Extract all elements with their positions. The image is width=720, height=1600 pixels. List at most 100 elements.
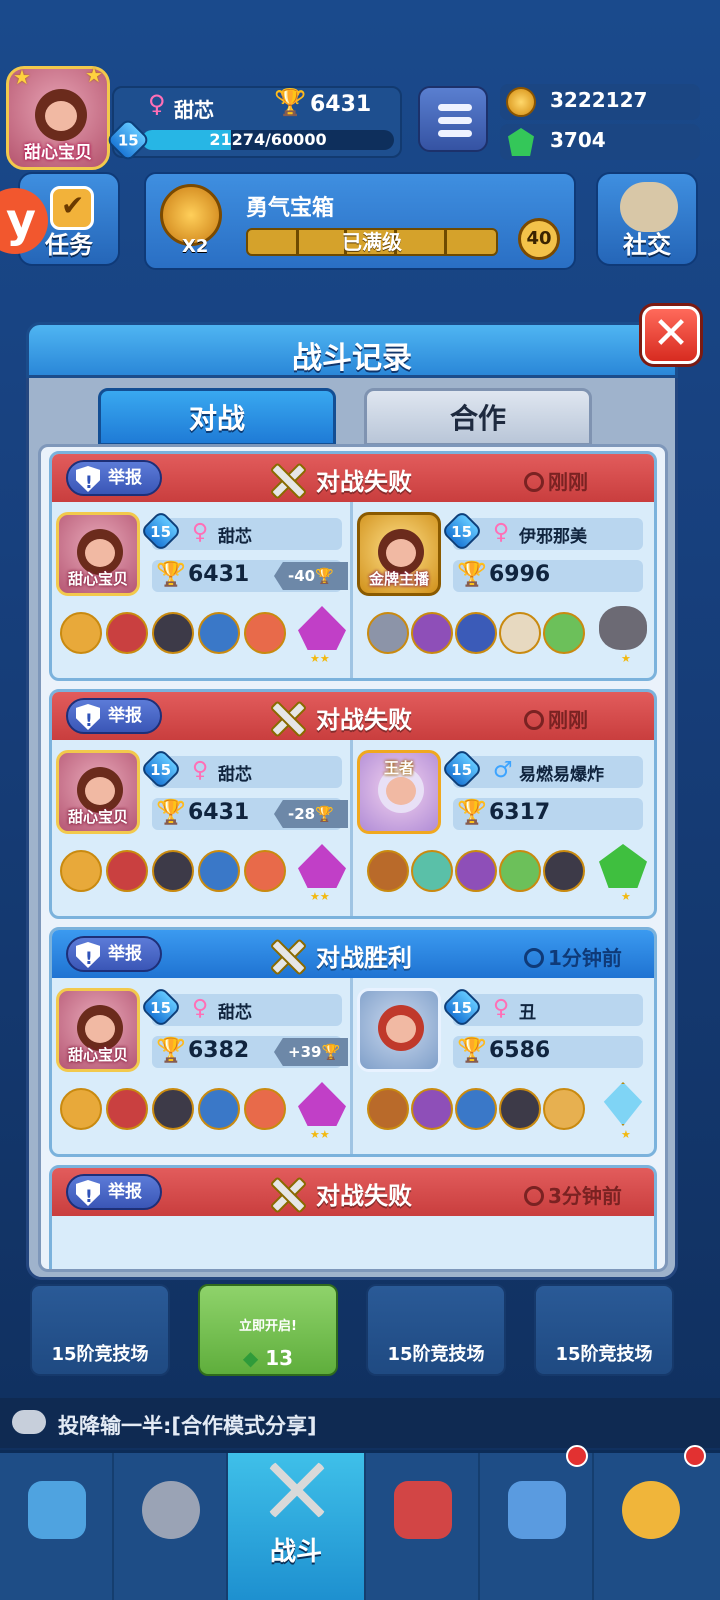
multiplier: X2: [182, 236, 209, 257]
trophy-value: 6586: [489, 1038, 551, 1063]
player-name: 甜芯: [218, 765, 252, 785]
chat-bar[interactable]: 投降输一半:[合作模式分享]: [0, 1398, 720, 1448]
player-avatar[interactable]: 甜心宝贝: [56, 988, 140, 1072]
trophy-bar: 🏆 6586: [453, 1036, 643, 1068]
hero-monkey-icon[interactable]: [60, 850, 102, 892]
bottom-nav: 战斗: [0, 1445, 720, 1600]
notification-dot: [684, 1445, 706, 1467]
courage-chest-bar[interactable]: X2 勇气宝箱 已满级 40: [144, 172, 576, 270]
opponent-name: 易燃易爆炸: [519, 765, 604, 785]
chest-slot[interactable]: 15阶竞技场: [534, 1284, 674, 1376]
hero-dragon-icon[interactable]: [411, 850, 453, 892]
battle-record[interactable]: 举报 对战失败 3分钟前: [49, 1165, 657, 1269]
green-crystal-card-icon[interactable]: [599, 844, 647, 888]
hero-witch-icon[interactable]: [411, 612, 453, 654]
avatar-tag: 王者: [383, 759, 414, 777]
shield-icon: [76, 704, 100, 730]
xp-text: 21274/60000: [209, 130, 327, 149]
hero-pharaoh-icon[interactable]: [455, 1088, 497, 1130]
hero-clown-icon[interactable]: [244, 1088, 286, 1130]
battle-record[interactable]: 举报 对战失败 刚刚 甜心宝贝 15 ♀ 甜芯 🏆 6431 -40🏆: [49, 451, 657, 681]
player-avatar[interactable]: 甜心宝贝: [56, 512, 140, 596]
opponent-avatar[interactable]: 王者: [357, 750, 441, 834]
social-button[interactable]: 社交: [596, 172, 698, 266]
tab-coop[interactable]: 合作: [364, 388, 592, 446]
hero-pharaoh-icon[interactable]: [198, 612, 240, 654]
hero-ninja-icon[interactable]: [499, 1088, 541, 1130]
report-button[interactable]: 举报: [66, 936, 162, 972]
my-side: 甜心宝贝 15 ♀ 甜芯 🏆 6431 -40🏆 ★★: [52, 502, 350, 678]
crossed-swords-icon: [266, 936, 306, 974]
nav-clan[interactable]: [366, 1453, 480, 1600]
hero-red-icon[interactable]: [106, 612, 148, 654]
hero-pharaoh-icon[interactable]: [198, 850, 240, 892]
rock-card-icon[interactable]: [599, 606, 647, 650]
nav-battle[interactable]: 战斗: [228, 1453, 366, 1600]
opponent-avatar[interactable]: [357, 988, 441, 1072]
chest-slot[interactable]: 15阶竞技场: [366, 1284, 506, 1376]
player-avatar[interactable]: 甜心宝贝: [56, 750, 140, 834]
nav-explore[interactable]: [594, 1445, 720, 1600]
hero-clown-icon[interactable]: [244, 850, 286, 892]
gem-card-icon[interactable]: [298, 1082, 346, 1126]
close-button[interactable]: ✕: [642, 306, 700, 364]
coin-counter[interactable]: 3222127: [500, 84, 700, 120]
hero-ninja-icon[interactable]: [152, 850, 194, 892]
hero-goblin-icon[interactable]: [543, 612, 585, 654]
menu-line: [438, 104, 472, 111]
female-icon: ♀: [493, 996, 510, 1021]
chest-slot-open[interactable]: 立即开启! ◆ 13: [198, 1284, 338, 1376]
friends-icon: [508, 1481, 566, 1539]
hero-ninja-icon[interactable]: [152, 1088, 194, 1130]
nav-friends[interactable]: [480, 1445, 594, 1600]
gem-card-icon[interactable]: [298, 844, 346, 888]
report-button[interactable]: 举报: [66, 460, 162, 496]
report-button[interactable]: 举报: [66, 698, 162, 734]
record-header: 举报 对战失败 刚刚: [52, 454, 654, 502]
player-avatar[interactable]: ★ ★ 甜心宝贝: [6, 63, 110, 170]
menu-button[interactable]: [418, 86, 488, 152]
player-info-bar: ♀ 甜芯 🏆 6431 21274/60000 15: [105, 86, 402, 163]
trophy-bar: 🏆 6382 +39🏆: [152, 1036, 348, 1068]
result-text: 对战失败: [316, 468, 412, 496]
hero-pharaoh-icon[interactable]: [198, 1088, 240, 1130]
hero-yeti-icon[interactable]: [499, 612, 541, 654]
hero-red-icon[interactable]: [106, 1088, 148, 1130]
hero-goblin-icon[interactable]: [499, 850, 541, 892]
battle-record[interactable]: 举报 对战失败 刚刚 甜心宝贝 15 ♀ 甜芯 🏆 6431 -28🏆: [49, 689, 657, 919]
report-button[interactable]: 举报: [66, 1174, 162, 1210]
trophy-bar: 🏆 6431 -28🏆: [152, 798, 348, 830]
crystal-card-icon[interactable]: [603, 1082, 643, 1126]
hero-witch-icon[interactable]: [411, 1088, 453, 1130]
hero-tiger-icon[interactable]: [543, 1088, 585, 1130]
hero-ninja-icon[interactable]: [543, 850, 585, 892]
gem-value: 3704: [550, 128, 606, 152]
clock-icon: [524, 472, 544, 492]
nav-shop[interactable]: [0, 1453, 114, 1600]
record-list[interactable]: 举报 对战失败 刚刚 甜心宝贝 15 ♀ 甜芯 🏆 6431 -40🏆: [38, 444, 668, 1272]
hero-monkey-icon[interactable]: [60, 612, 102, 654]
tab-versus[interactable]: 对战: [98, 388, 336, 446]
avatar-tag: 甜心宝贝: [67, 808, 128, 826]
crossed-swords-icon: [266, 460, 306, 498]
hero-monkey-king-icon[interactable]: [367, 850, 409, 892]
record-header: 举报 对战胜利 1分钟前: [52, 930, 654, 978]
record-header: 举报 对战失败 3分钟前: [52, 1168, 654, 1216]
hero-knight-icon[interactable]: [367, 612, 409, 654]
star-icon: ★: [13, 65, 31, 89]
open-now-label: 立即开启!: [239, 1319, 297, 1334]
hero-robot-icon[interactable]: [455, 612, 497, 654]
gem-card-icon[interactable]: [298, 606, 346, 650]
hero-ninja-icon[interactable]: [152, 612, 194, 654]
battle-record[interactable]: 举报 对战胜利 1分钟前 甜心宝贝 15 ♀ 甜芯 🏆 6382 +39🏆: [49, 927, 657, 1157]
hero-witch-icon[interactable]: [455, 850, 497, 892]
nav-heroes[interactable]: [114, 1453, 228, 1600]
chest-slot[interactable]: 15阶竞技场: [30, 1284, 170, 1376]
hero-monkey-king-icon[interactable]: [367, 1088, 409, 1130]
opponent-avatar[interactable]: 金牌主播: [357, 512, 441, 596]
hero-monkey-icon[interactable]: [60, 1088, 102, 1130]
hero-clown-icon[interactable]: [244, 612, 286, 654]
trophy-value: 6431: [188, 800, 250, 825]
gem-counter[interactable]: 3704: [500, 124, 700, 160]
hero-red-icon[interactable]: [106, 850, 148, 892]
